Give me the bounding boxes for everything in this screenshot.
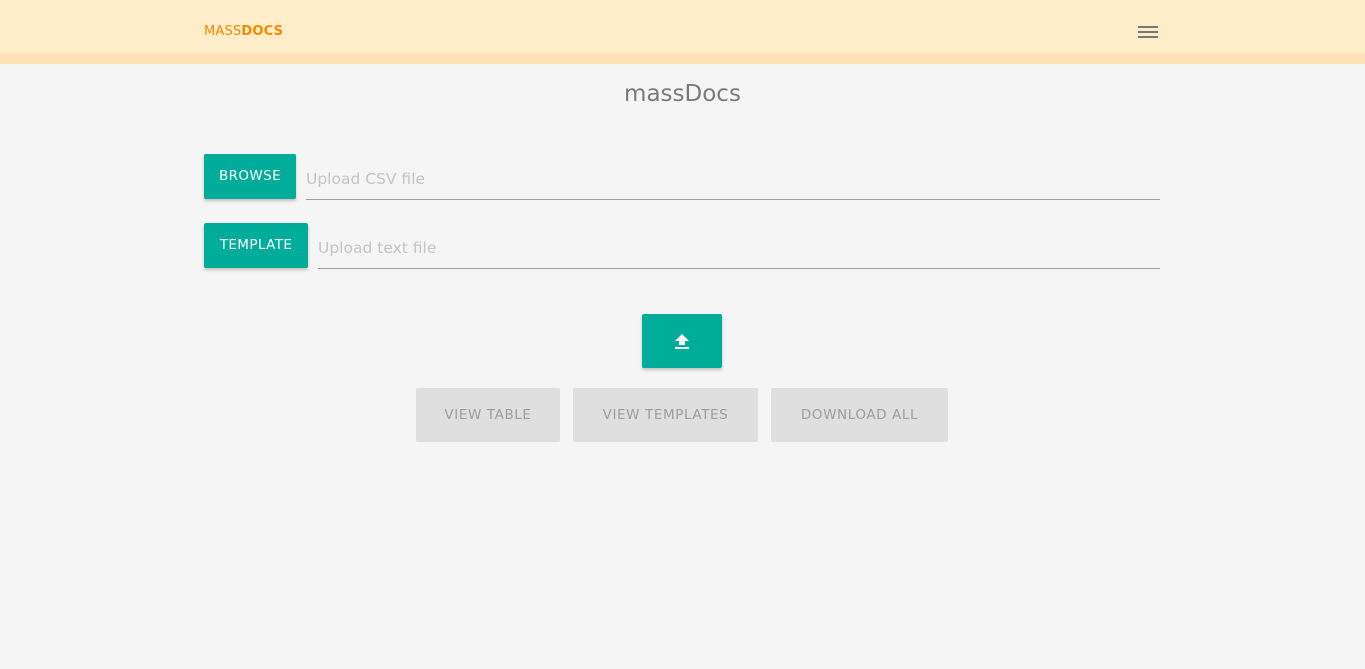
view-templates-button[interactable]: VIEW TEMPLATES: [573, 388, 758, 442]
view-table-button[interactable]: VIEW TABLE: [416, 388, 560, 442]
template-upload-button[interactable]: TEMPLATE: [204, 223, 308, 268]
template-file-path-input[interactable]: [318, 224, 1160, 269]
top-navbar: MASSDOCS: [0, 0, 1365, 64]
page-title: massDocs: [624, 81, 741, 107]
browse-csv-button[interactable]: BROWSE: [204, 154, 296, 199]
navbar-bottom-strip: [0, 53, 1365, 64]
logo-light-text: MASS: [204, 24, 242, 39]
logo-bold-text: DOCS: [241, 24, 284, 39]
csv-file-path-input[interactable]: [306, 155, 1160, 200]
download-all-button[interactable]: DOWNLOAD ALL: [771, 388, 948, 442]
upload-arrow-icon: [675, 334, 689, 349]
logo[interactable]: MASSDOCS: [204, 24, 283, 40]
upload-button[interactable]: [642, 314, 722, 368]
hamburger-menu-icon[interactable]: [1134, 20, 1162, 44]
